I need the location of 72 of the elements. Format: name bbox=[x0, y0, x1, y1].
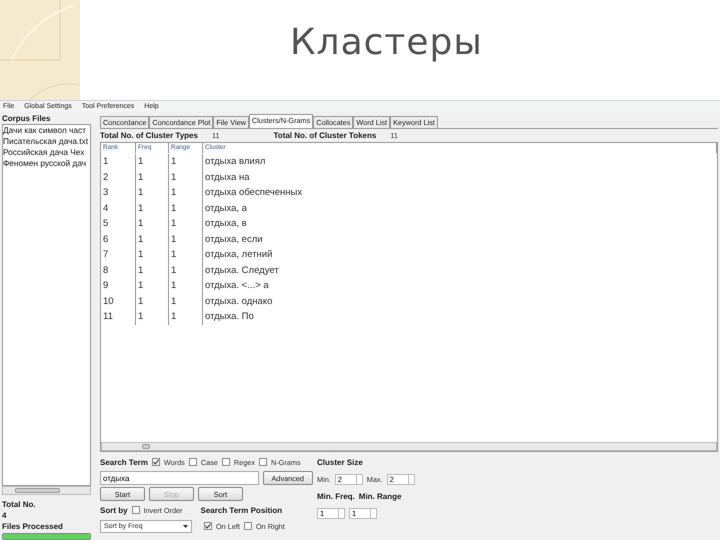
table-cell: 1 bbox=[136, 262, 169, 278]
total-label: Total No. bbox=[2, 499, 37, 510]
table-cell-text: отдыха. Следует bbox=[204, 264, 280, 278]
table-cell: 7 bbox=[101, 247, 136, 262]
table-cell: 1 bbox=[169, 170, 203, 185]
table-cell: 1 bbox=[101, 154, 136, 170]
cluster-size-label: Cluster Size bbox=[317, 456, 363, 468]
checkbox[interactable] bbox=[152, 458, 160, 466]
corpus-file[interactable]: Писательская дача.txt bbox=[3, 136, 90, 147]
table-cell: 1 bbox=[136, 294, 169, 309]
table-cell-text: отдыха. <...> а bbox=[204, 279, 270, 293]
table-cell: 10 bbox=[101, 294, 136, 309]
table-cell: 8 bbox=[101, 262, 136, 278]
scrollbar[interactable] bbox=[2, 486, 91, 495]
progress-label: Files Processed bbox=[2, 521, 64, 532]
sort-label: Sort by bbox=[100, 504, 128, 516]
totals-label: Total No. of Cluster Types bbox=[100, 130, 198, 141]
total-value: 4 bbox=[2, 510, 8, 521]
table-cell: 1 bbox=[136, 309, 169, 324]
table-cell-text: отдыха, летний bbox=[204, 248, 274, 262]
table-cell: 1 bbox=[136, 200, 169, 216]
table-cell: 1 bbox=[136, 170, 169, 185]
checkbox[interactable] bbox=[258, 458, 267, 466]
search-term-label: Search Term bbox=[100, 456, 148, 468]
panel-heading: Corpus Files bbox=[2, 113, 52, 124]
search-field[interactable]: отдыха bbox=[100, 471, 259, 485]
table-cell: 11 bbox=[101, 309, 136, 324]
table-cell: 6 bbox=[101, 232, 136, 247]
table-cell: 1 bbox=[136, 216, 169, 232]
table-cell: 1 bbox=[136, 278, 169, 294]
table-cell: 1 bbox=[169, 216, 203, 232]
corpus-file[interactable]: Феномен русской дач bbox=[3, 158, 90, 169]
table-cell: 1 bbox=[169, 185, 203, 200]
table-cell: 1 bbox=[169, 294, 203, 309]
table-cell: 1 bbox=[169, 262, 203, 278]
checkbox[interactable] bbox=[188, 458, 197, 466]
corpus-file[interactable]: Российская дача Чех bbox=[3, 147, 90, 158]
table-cell: 1 bbox=[169, 278, 203, 294]
table-cell: 5 bbox=[101, 216, 136, 232]
checkbox[interactable] bbox=[132, 506, 140, 514]
scrollbar[interactable] bbox=[101, 442, 717, 451]
table-cell: 1 bbox=[136, 154, 169, 170]
table-cell: 1 bbox=[136, 185, 169, 200]
table-cell-text: отдыха, если bbox=[204, 232, 264, 246]
caret-icon bbox=[183, 524, 188, 528]
table-cell: 9 bbox=[101, 278, 136, 294]
table-cell: 1 bbox=[169, 232, 203, 247]
slide-title: Кластеры bbox=[290, 22, 483, 63]
checkbox[interactable] bbox=[204, 522, 212, 530]
checkbox[interactable] bbox=[244, 522, 252, 530]
table-cell: 1 bbox=[169, 200, 203, 216]
table-cell: 1 bbox=[136, 247, 169, 262]
table-cell-text: отдыха влиял bbox=[204, 155, 266, 169]
table-cell: 1 bbox=[169, 247, 203, 262]
table-cell: 4 bbox=[101, 200, 136, 216]
table-cell: 1 bbox=[136, 232, 169, 247]
min-freq-label: Min. Freq. bbox=[317, 490, 355, 502]
table-cell: 1 bbox=[169, 154, 203, 170]
min-range-label: Min. Range bbox=[358, 490, 402, 502]
table-cell: 1 bbox=[169, 309, 203, 324]
table-cell: 3 bbox=[101, 185, 136, 200]
corpus-file[interactable]: Дачи как символ част bbox=[3, 125, 90, 136]
table-cell-text: отдыха, в bbox=[204, 217, 248, 231]
table-cell-text: отдыха. По bbox=[204, 310, 255, 324]
table-cell: 2 bbox=[101, 170, 136, 185]
table-cell-text: отдыха на bbox=[204, 170, 251, 184]
checkbox[interactable] bbox=[222, 458, 230, 466]
position-label: Search Term Position bbox=[200, 504, 282, 516]
totals-label: Total No. of Cluster Tokens bbox=[274, 130, 376, 141]
table-cell-text: отдыха. однако bbox=[204, 294, 274, 308]
table-cell-text: отдыха, а bbox=[204, 202, 248, 216]
table-cell-text: отдыха обеспеченных bbox=[204, 186, 304, 200]
